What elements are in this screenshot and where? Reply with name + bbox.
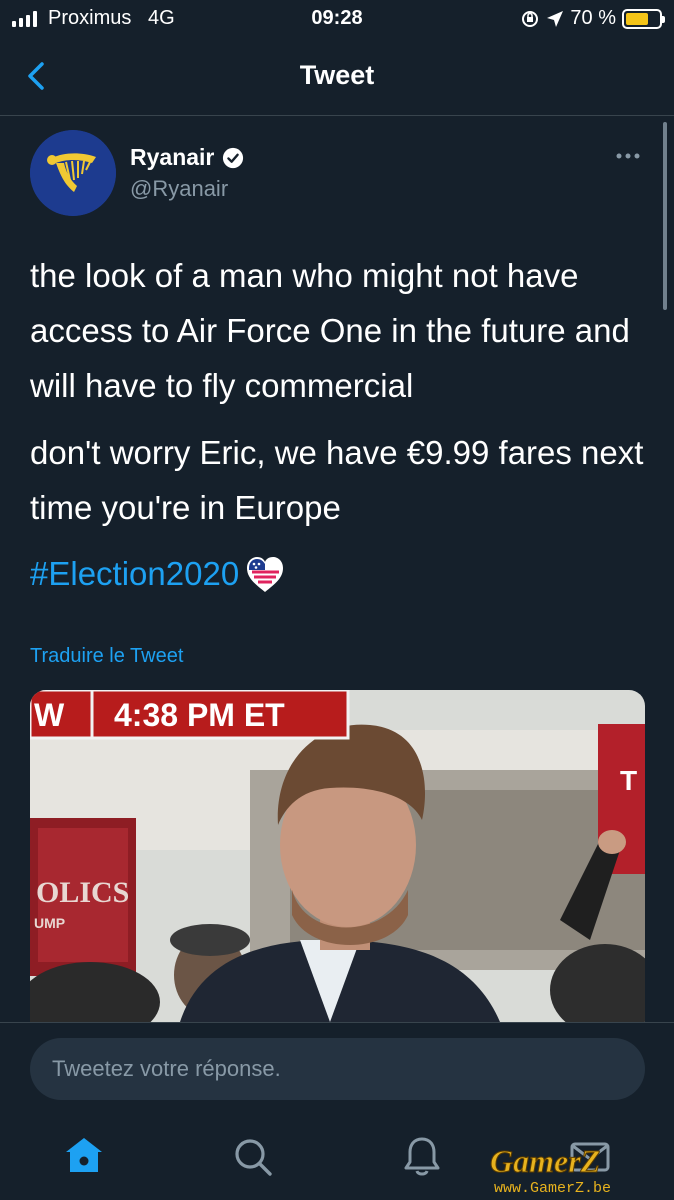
hashtag-line: #Election2020 [30, 552, 287, 596]
watermark-url: www.GamerZ.be [494, 1180, 611, 1196]
tweet-text: the look of a man who might not have acc… [30, 248, 650, 547]
translate-tweet-link[interactable]: Traduire le Tweet [30, 645, 183, 668]
location-arrow-icon [547, 10, 564, 27]
tab-bar: GamerZ www.GamerZ.be [0, 1122, 674, 1200]
media-banner-time: 4:38 PM ET [114, 697, 285, 733]
ryanair-harp-logo [30, 130, 116, 216]
gamerz-watermark-logo: GamerZ www.GamerZ.be [490, 1143, 612, 1197]
status-right: 70 % [520, 7, 665, 30]
display-name-text: Ryanair [130, 144, 215, 170]
watermark-brand: GamerZ [490, 1143, 600, 1179]
media-sign-subtext-left: UMP [34, 915, 65, 931]
page-title: Tweet [299, 60, 375, 90]
media-banner-left: W [34, 697, 65, 733]
tweet-paragraph-2: don't worry Eric, we have €9.99 fares ne… [30, 434, 644, 526]
verified-badge-icon [223, 147, 244, 168]
nav-bar: Tweet [0, 40, 674, 116]
battery-icon [622, 8, 665, 29]
us-flag-heart-icon [247, 557, 284, 592]
media-sign-text-left: OLICS [36, 876, 129, 909]
media-sign-text-right: T [620, 765, 637, 796]
search-icon[interactable] [230, 1134, 274, 1178]
user-handle[interactable]: @Ryanair [130, 176, 228, 202]
avatar[interactable] [30, 130, 116, 216]
hashtag-link[interactable]: #Election2020 [30, 555, 239, 593]
display-name[interactable]: Ryanair [130, 144, 244, 171]
status-bar: Proximus 4G 09:28 70 % [0, 0, 674, 40]
more-options-icon[interactable] [612, 144, 644, 168]
tweet-media[interactable]: OLICS UMP T W 4:38 PM ET [30, 690, 645, 1022]
home-icon[interactable] [62, 1134, 106, 1178]
media-video-frame: OLICS UMP T W 4:38 PM ET [30, 690, 645, 1022]
reply-input[interactable] [30, 1038, 645, 1100]
battery-percent: 70 % [570, 7, 616, 29]
orientation-lock-icon [522, 10, 539, 27]
tweet-paragraph-1: the look of a man who might not have acc… [30, 257, 630, 404]
notifications-icon[interactable] [400, 1134, 444, 1178]
reply-bar [0, 1022, 674, 1122]
scrollbar[interactable] [663, 122, 667, 310]
